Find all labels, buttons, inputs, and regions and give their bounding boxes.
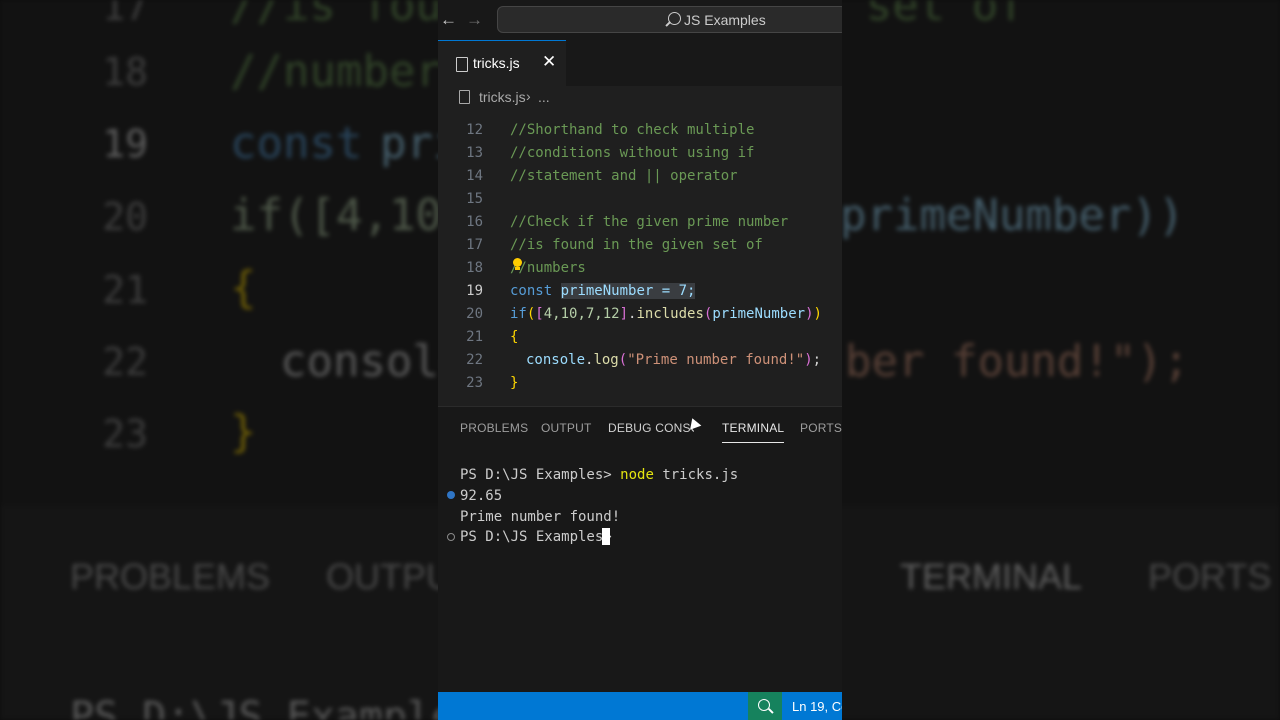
bracket: [	[535, 306, 544, 322]
bg-line-number: 23	[102, 412, 148, 456]
line-number: 12	[466, 122, 483, 138]
tab-tricks-js[interactable]: tricks.js ✕	[438, 40, 566, 86]
tab-terminal[interactable]: TERMINAL	[722, 421, 785, 443]
bg-code-line: }	[230, 406, 257, 457]
command-center-search[interactable]: JS Examples	[497, 6, 842, 33]
line-number: 14	[466, 168, 483, 184]
bg-line-number: 18	[102, 50, 148, 94]
code-line: //conditions without using if	[510, 145, 755, 161]
line-number: 20	[466, 306, 483, 322]
terminal-output: 92.65	[460, 488, 503, 504]
code-line: if([4,10,7,12].includes(primeNumber))	[510, 306, 822, 322]
search-icon	[668, 12, 681, 25]
terminal-line: PS D:\JS Examples> node tricks.js	[460, 467, 738, 483]
bg-code-line: {	[230, 262, 257, 313]
bg-line-number: 22	[102, 340, 148, 384]
selected-text: primeNumber = 7;	[560, 283, 696, 299]
paren: )	[805, 306, 814, 322]
line-number: 21	[466, 329, 483, 345]
code-line: //Shorthand to check multiple	[510, 122, 755, 138]
breadcrumb: tricks.js › ...	[438, 86, 842, 110]
terminal-prompt: PS D:\JS Examples>	[460, 467, 612, 483]
terminal-output: Prime number found!	[460, 509, 621, 525]
line-number: 11	[458, 110, 483, 114]
bg-terminal-prompt: PS D:\JS Examples	[70, 694, 480, 720]
code-line: {	[510, 329, 519, 345]
status-bar: Ln 19, Col 20	[438, 692, 842, 720]
terminal-prompt: PS D:\JS Examples>	[460, 529, 612, 545]
cursor-position[interactable]: Ln 19, Col 20	[792, 699, 842, 714]
method: log	[593, 352, 619, 368]
search-text: JS Examples	[684, 12, 766, 28]
terminal-command: node	[620, 467, 654, 483]
close-icon[interactable]: ✕	[542, 52, 556, 72]
bg-line-number: 20	[102, 195, 148, 239]
line-number: 23	[466, 375, 483, 391]
paren: )	[813, 306, 822, 322]
editor-tab-bar: tricks.js ✕	[438, 40, 842, 86]
bg-code-line: const	[230, 118, 363, 169]
breadcrumb-file[interactable]: tricks.js	[479, 89, 526, 105]
breadcrumb-more[interactable]: ...	[538, 89, 550, 105]
object: console	[526, 352, 586, 368]
semicolon: ;	[812, 352, 822, 368]
tab-ports[interactable]: PORTS	[800, 421, 842, 435]
code-line: //is found in the given set of	[510, 237, 763, 253]
line-number: 13	[466, 145, 483, 161]
keyword: if	[510, 306, 527, 322]
line-number: 18	[466, 260, 483, 276]
arrow-right-icon[interactable]: →	[466, 10, 483, 30]
bg-panel-tab: TERMINAL	[900, 556, 1083, 597]
bg-panel-tab: PROBLEMS	[70, 556, 271, 597]
bg-code-line: primeNumber))	[840, 190, 1185, 241]
arrow-left-icon[interactable]: ←	[440, 10, 457, 30]
lightbulb-icon[interactable]	[513, 258, 522, 270]
code-line: //Check if the given prime number	[510, 214, 789, 230]
line-number-active: 19	[466, 283, 483, 299]
bg-line-number: 19	[102, 122, 148, 166]
tab-problems[interactable]: PROBLEMS	[460, 421, 528, 435]
bracket: ]	[619, 306, 629, 322]
keyword: const	[510, 283, 553, 299]
string: "Prime number found!"	[627, 352, 805, 368]
code-editor[interactable]: 11 12 //Shorthand to check multiple 13 /…	[438, 110, 842, 406]
bg-code-line: ber found!");	[845, 336, 1190, 387]
command-status-dot[interactable]	[447, 491, 455, 499]
file-icon	[456, 57, 468, 72]
line-number: 15	[466, 191, 483, 207]
chevron-right-icon: ›	[526, 88, 531, 104]
terminal-command-arg: tricks.js	[662, 467, 739, 483]
code-line: console.log("Prime number found!");	[526, 352, 821, 368]
tab-output[interactable]: OUTPUT	[541, 421, 592, 435]
bg-code-line: //numbers	[230, 46, 469, 97]
bg-line-number: 17	[102, 0, 148, 29]
tab-label: tricks.js	[473, 55, 520, 71]
vscode-window: ← → JS Examples tricks.js ✕ tricks.js › …	[438, 0, 842, 720]
bg-line-number: 21	[102, 268, 148, 312]
code-line: const primeNumber = 7;	[510, 283, 696, 299]
line-number: 16	[466, 214, 483, 230]
file-icon	[459, 90, 470, 104]
paren: (	[618, 352, 628, 368]
paren: )	[804, 352, 813, 368]
line-number: 17	[466, 237, 483, 253]
bg-panel-tab: PORTS	[1148, 556, 1272, 597]
zoom-icon[interactable]	[748, 692, 782, 720]
tab-debug-console[interactable]: DEBUG CONSOLE	[608, 421, 694, 435]
code-line: }	[510, 375, 519, 391]
bg-code-line: if([4,10,	[230, 190, 469, 241]
terminal-cursor	[602, 528, 610, 545]
command-status-dot[interactable]	[447, 533, 455, 541]
method: includes	[636, 306, 704, 322]
code-line: //statement and || operator	[510, 168, 738, 184]
bottom-panel: PROBLEMS OUTPUT DEBUG CONSOLE TERMINAL P…	[438, 406, 842, 692]
array-values: 4,10,7,12	[543, 306, 620, 322]
title-bar: ← → JS Examples	[438, 0, 842, 40]
line-number: 22	[466, 352, 483, 368]
argument: primeNumber	[712, 306, 806, 322]
